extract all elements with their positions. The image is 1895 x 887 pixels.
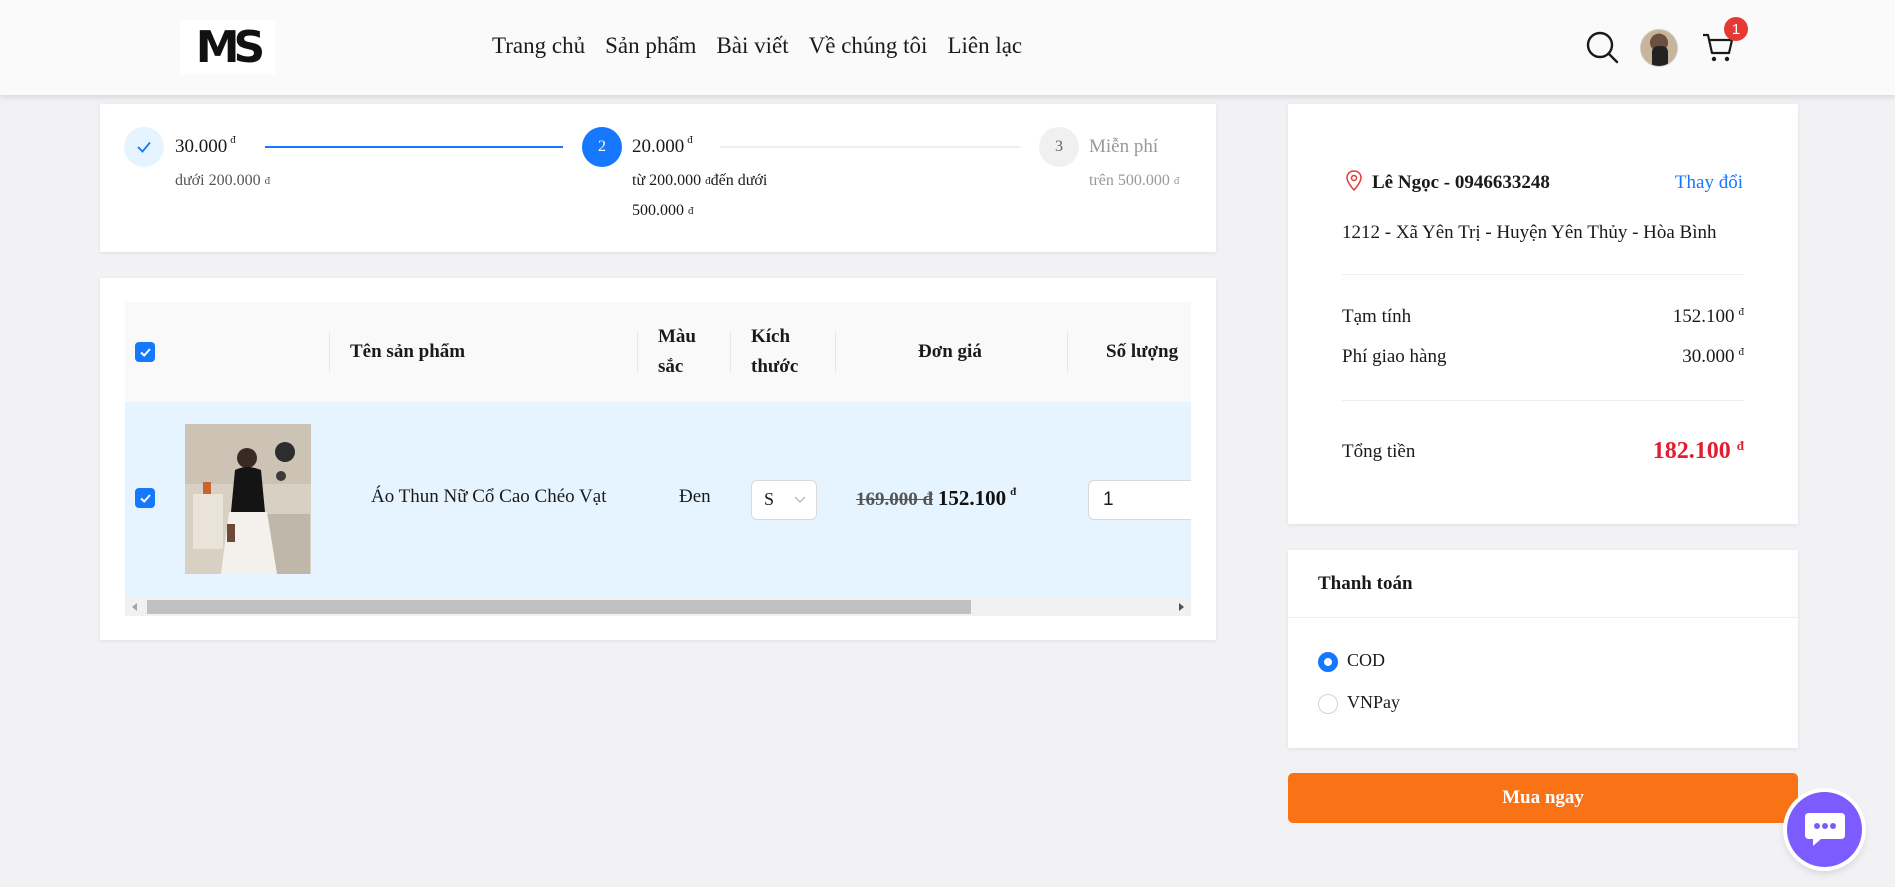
cart-count-badge: 1	[1724, 17, 1748, 41]
shipping-fee-steps: 30.000 đ dưới 200.000 đ 2 20.000 đ từ 200.…	[100, 104, 1216, 252]
total-value: 182.100 đ	[1652, 438, 1744, 464]
subtotal-row: Tạm tính 152.100 đ	[1342, 306, 1744, 328]
header-quantity: Số lượng	[1106, 341, 1179, 362]
change-address-link[interactable]: Thay đổi	[1675, 172, 1743, 194]
product-image[interactable]	[185, 424, 311, 574]
recipient-info: Lê Ngọc - 0946633248	[1372, 172, 1550, 193]
shipping-address: 1212 - Xã Yên Trị - Huyện Yên Thủy - Hòa…	[1342, 222, 1717, 243]
step-1-connector	[265, 146, 563, 148]
row-select-checkbox[interactable]	[135, 488, 155, 508]
payment-option-cod-label[interactable]: COD	[1347, 650, 1385, 671]
nav-posts[interactable]: Bài viết	[716, 33, 788, 59]
payment-method-card: Thanh toán COD VNPay	[1288, 550, 1798, 748]
shipping-fee-label: Phí giao hàng	[1342, 346, 1447, 367]
sale-price-currency: đ	[1010, 486, 1017, 498]
size-select-value: S	[764, 489, 775, 509]
nav-about[interactable]: Về chúng tôi	[809, 33, 928, 59]
step-1-check-icon	[124, 127, 164, 167]
step-2-subtitle: từ 200.000 đđến dưới 500.000 đ	[632, 172, 768, 219]
cart-table-card: Tên sản phẩm Màu sắc Kích thước Đơn giá Số…	[100, 278, 1216, 640]
chevron-down-icon	[794, 496, 806, 503]
subtotal-label: Tạm tính	[1342, 306, 1412, 327]
cart-table: Tên sản phẩm Màu sắc Kích thước Đơn giá Số…	[125, 302, 1191, 616]
old-price: 169.000 đ	[856, 489, 934, 510]
total-label: Tổng tiền	[1342, 440, 1416, 462]
header-separator	[730, 332, 731, 372]
shipping-fee-value: 30.000 đ	[1682, 346, 1744, 367]
step-1-subtitle: dưới 200.000 đ	[175, 172, 271, 189]
table-header: Tên sản phẩm Màu sắc Kích thước Đơn giá Số…	[125, 302, 1191, 402]
size-select[interactable]: S	[751, 480, 817, 520]
table-row: Áo Thun Nữ Cổ Cao Chéo Vạt Đen S 169.000…	[125, 402, 1191, 598]
header-separator	[329, 332, 330, 372]
divider	[1342, 400, 1744, 401]
step-2-connector	[720, 146, 1020, 148]
step-3-indicator: 3	[1039, 127, 1079, 167]
step-1-title: 30.000 đ	[175, 134, 236, 157]
step-3-subtitle: trên 500.000 đ	[1089, 172, 1180, 189]
header-unit-price: Đơn giá	[918, 341, 982, 362]
scroll-left-icon[interactable]	[131, 603, 139, 611]
scroll-right-icon[interactable]	[1177, 603, 1185, 611]
chat-bubble-icon	[1804, 812, 1845, 846]
buy-now-button[interactable]: Mua ngay	[1288, 773, 1798, 823]
main-nav: Trang chủ Sản phẩm Bài viết Về chúng tôi…	[492, 33, 1022, 59]
sale-price: 152.100	[937, 486, 1007, 510]
quantity-input[interactable]: 1	[1088, 480, 1191, 520]
nav-contact[interactable]: Liên lạc	[947, 33, 1022, 59]
product-color: Đen	[679, 486, 711, 507]
divider	[1342, 274, 1744, 275]
site-logo[interactable]: MS	[180, 20, 275, 74]
header-color: Màu sắc	[658, 326, 696, 377]
step-2-title: 20.000 đ	[632, 134, 693, 157]
header-product-name: Tên sản phẩm	[350, 341, 466, 362]
chat-support-button[interactable]	[1787, 792, 1862, 867]
order-summary: Lê Ngọc - 0946633248 Thay đổi 1212 - Xã …	[1288, 104, 1798, 524]
nav-home[interactable]: Trang chủ	[492, 33, 585, 59]
horizontal-scrollbar[interactable]	[125, 598, 1191, 616]
header-separator	[637, 332, 638, 372]
header-size: Kích thước	[751, 326, 799, 377]
user-avatar[interactable]	[1640, 29, 1678, 67]
step-3-title: Miễn phí	[1089, 136, 1159, 157]
payment-option-vnpay-label[interactable]: VNPay	[1347, 692, 1400, 713]
nav-products[interactable]: Sản phẩm	[605, 33, 696, 59]
payment-option-vnpay-radio[interactable]	[1318, 694, 1338, 714]
product-name[interactable]: Áo Thun Nữ Cổ Cao Chéo Vạt	[371, 486, 606, 508]
step-2-indicator: 2	[582, 127, 622, 167]
shipping-fee-row: Phí giao hàng 30.000 đ	[1342, 346, 1744, 368]
product-price: 169.000 đ 152.100 đ	[856, 486, 1016, 511]
header-separator	[835, 332, 836, 372]
payment-option-cod-radio[interactable]	[1318, 652, 1338, 672]
select-all-checkbox[interactable]	[135, 342, 155, 362]
site-header: MS Trang chủ Sản phẩm Bài viết Về chúng …	[0, 0, 1895, 95]
total-row: Tổng tiền 182.100 đ	[1342, 438, 1744, 465]
divider	[1288, 617, 1798, 618]
scrollbar-thumb[interactable]	[147, 600, 971, 614]
header-separator	[1067, 332, 1068, 372]
subtotal-value: 152.100 đ	[1672, 306, 1744, 327]
search-icon[interactable]	[1584, 29, 1620, 65]
payment-title: Thanh toán	[1318, 573, 1413, 594]
location-pin-icon	[1346, 170, 1362, 192]
